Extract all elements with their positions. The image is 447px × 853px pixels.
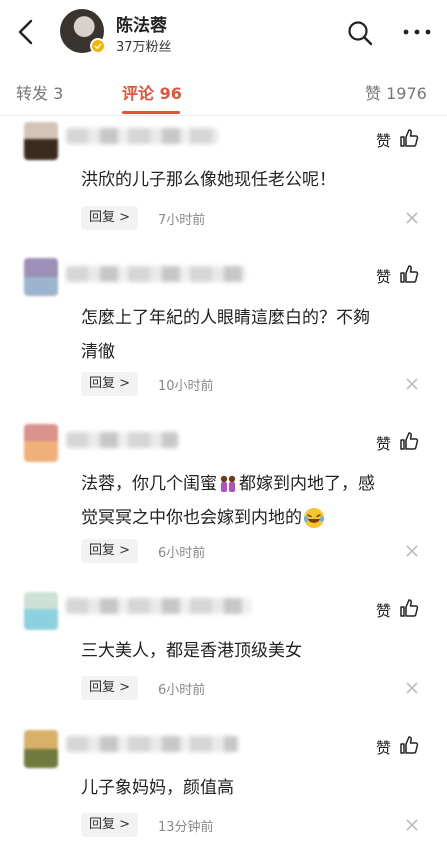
commenter-name-blurred[interactable] bbox=[66, 266, 246, 282]
comment-text-line: 怎麼上了年紀的人眼睛這麼白的？不夠 bbox=[81, 308, 370, 328]
commenter-name-blurred[interactable] bbox=[66, 736, 238, 752]
reply-button[interactable]: 回复 > bbox=[81, 813, 139, 837]
thumbs-up-icon[interactable] bbox=[399, 598, 419, 618]
comment-text: 三大美人，都是香港顶级美女 bbox=[81, 641, 302, 661]
commenter-avatar[interactable] bbox=[24, 122, 58, 160]
comment-text-line: 法蓉，你几个闺蜜 都嫁到内地了，感 bbox=[81, 467, 421, 501]
comment-time: 7小时前 bbox=[158, 213, 206, 228]
thumbs-up-icon[interactable] bbox=[399, 735, 419, 755]
comment-text: 洪欣的儿子那么像她现任老公呢！ bbox=[81, 170, 336, 190]
thumbs-up-icon[interactable] bbox=[399, 264, 419, 284]
fans-count: 37万粉丝 bbox=[116, 40, 172, 55]
close-icon[interactable] bbox=[406, 378, 418, 390]
tab-comments[interactable]: 评论 96 bbox=[122, 80, 182, 104]
reply-button[interactable]: 回复 > bbox=[81, 676, 139, 700]
comment-time: 6小时前 bbox=[158, 683, 206, 698]
commenter-name-blurred[interactable] bbox=[66, 598, 252, 614]
comment-time: 10小时前 bbox=[158, 379, 214, 394]
top-bar: 陈法蓉 37万粉丝 bbox=[0, 0, 447, 62]
commenter-name-blurred[interactable] bbox=[66, 432, 178, 448]
comment-text: 儿子象妈妈，颜值高 bbox=[81, 778, 234, 798]
close-icon[interactable] bbox=[406, 545, 418, 557]
back-arrow-icon[interactable] bbox=[14, 18, 38, 46]
active-tab-indicator bbox=[122, 111, 180, 114]
comment-text-line: 觉冥冥之中你也会嫁到内地的 bbox=[81, 501, 421, 535]
reply-button[interactable]: 回复 > bbox=[81, 372, 139, 396]
close-icon[interactable] bbox=[406, 212, 418, 224]
like-label[interactable]: 赞 bbox=[376, 737, 391, 758]
commenter-avatar[interactable] bbox=[24, 424, 58, 462]
tab-bar: 转发 3 评论 96 赞 1976 bbox=[0, 62, 447, 116]
verified-badge-icon bbox=[90, 38, 106, 54]
like-label[interactable]: 赞 bbox=[376, 266, 391, 287]
comment-time: 13分钟前 bbox=[158, 820, 214, 835]
commenter-name-blurred[interactable] bbox=[66, 128, 218, 144]
search-icon[interactable] bbox=[347, 20, 373, 46]
more-icon[interactable] bbox=[402, 28, 432, 36]
comment-text-segment: 法蓉，你几个闺蜜 bbox=[81, 474, 217, 494]
user-name[interactable]: 陈法蓉 bbox=[116, 11, 167, 36]
laughing-tears-emoji-icon bbox=[304, 508, 324, 528]
like-label[interactable]: 赞 bbox=[376, 130, 391, 151]
like-label[interactable]: 赞 bbox=[376, 433, 391, 454]
comment-text-segment: 都嫁到内地了，感 bbox=[239, 474, 375, 494]
tab-repost[interactable]: 转发 3 bbox=[16, 80, 63, 104]
comment-text: 法蓉，你几个闺蜜 都嫁到内地了，感 觉冥冥之中你也会嫁到内地的 bbox=[81, 467, 421, 535]
thumbs-up-icon[interactable] bbox=[399, 431, 419, 451]
tab-likes[interactable]: 赞 1976 bbox=[365, 80, 427, 104]
couple-emoji-icon bbox=[220, 475, 236, 492]
close-icon[interactable] bbox=[406, 819, 418, 831]
reply-button[interactable]: 回复 > bbox=[81, 206, 139, 230]
like-label[interactable]: 赞 bbox=[376, 600, 391, 621]
thumbs-up-icon[interactable] bbox=[399, 128, 419, 148]
comment-text-segment: 觉冥冥之中你也会嫁到内地的 bbox=[81, 508, 302, 528]
commenter-avatar[interactable] bbox=[24, 592, 58, 630]
commenter-avatar[interactable] bbox=[24, 730, 58, 768]
comment-text: 怎麼上了年紀的人眼睛這麼白的？不夠 清徹 bbox=[81, 301, 421, 369]
reply-button[interactable]: 回复 > bbox=[81, 539, 139, 563]
commenter-avatar[interactable] bbox=[24, 258, 58, 296]
comment-text-line: 清徹 bbox=[81, 342, 115, 362]
comment-time: 6小时前 bbox=[158, 546, 206, 561]
close-icon[interactable] bbox=[406, 682, 418, 694]
